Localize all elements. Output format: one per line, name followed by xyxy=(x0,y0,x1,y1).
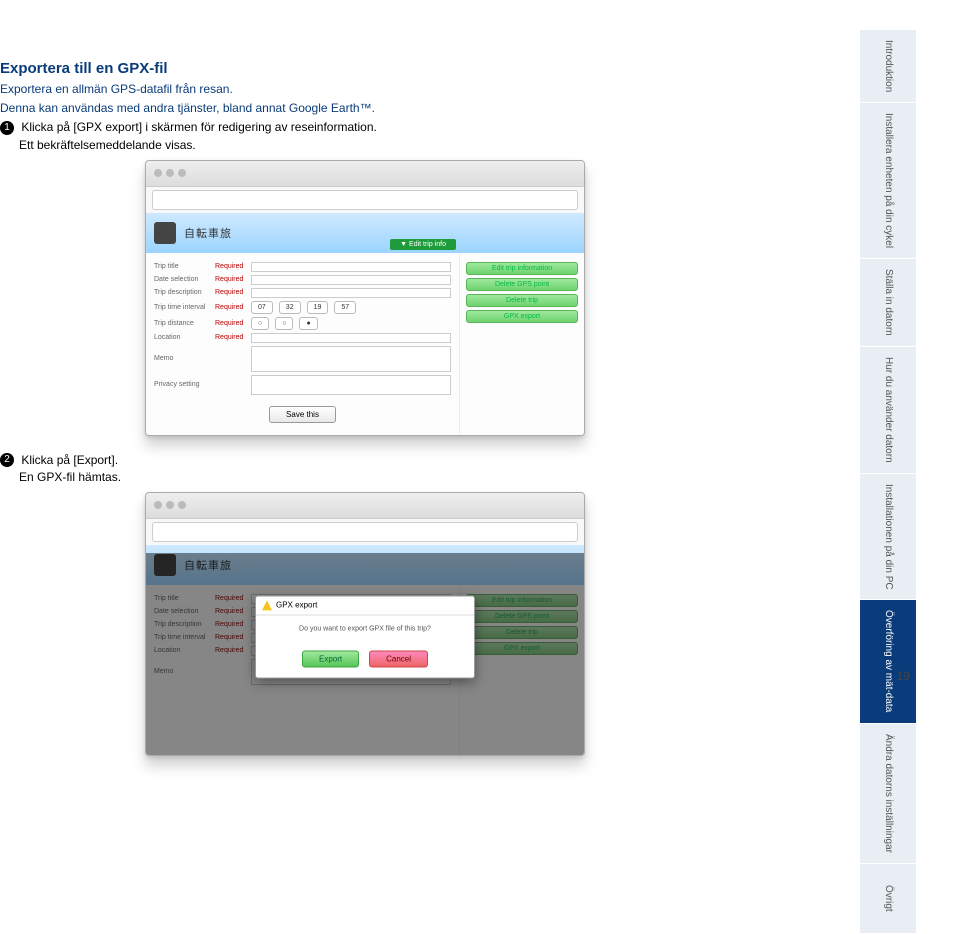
side-panel: Edit trip information Delete GPS point D… xyxy=(459,253,584,435)
step-number-1: 1 xyxy=(0,121,14,135)
textarea xyxy=(251,375,451,395)
step-1: 1 Klicka på [GPX export] i skärmen för r… xyxy=(0,119,700,135)
address-bar xyxy=(152,522,578,542)
label: Memo xyxy=(154,355,209,362)
required-badge: Required xyxy=(215,304,245,311)
label: Privacy setting xyxy=(154,381,209,388)
site-title: 自転車旅 xyxy=(184,225,232,241)
label: Trip distance xyxy=(154,320,209,327)
modal-body: Do you want to export GPX file of this t… xyxy=(256,615,474,642)
tab-installationen-pc[interactable]: Installationen på din PC xyxy=(860,474,916,601)
tab-overforing-matdata[interactable]: Överföring av mät-data xyxy=(860,600,916,723)
step-2-sub: En GPX-fil hämtas. xyxy=(19,470,700,484)
tab-installera-enheten[interactable]: Installera enheten på din cykel xyxy=(860,103,916,259)
tab-ovrigt[interactable]: Övrigt xyxy=(860,864,916,934)
intro-line-1: Exportera en allmän GPS-datafil från res… xyxy=(0,81,700,97)
screenshot-2: 自転車旅 Trip titleRequired Date selectionRe… xyxy=(145,492,585,756)
intro-line-2: Denna kan användas med andra tjänster, b… xyxy=(0,100,700,116)
manual-page: Exportera till en GPX-fil Exportera en a… xyxy=(0,0,960,701)
label: Trip description xyxy=(154,289,209,296)
screenshot-1: 自転車旅 ▼ Edit trip info Trip title Required… xyxy=(145,160,585,436)
address-bar xyxy=(152,190,578,210)
required-badge: Required xyxy=(215,289,245,296)
export-button[interactable]: Export xyxy=(302,650,359,667)
side-item: Delete trip xyxy=(466,294,578,307)
radio: ● xyxy=(299,317,317,330)
required-badge: Required xyxy=(215,263,245,270)
step-1-text: Klicka på [GPX export] i skärmen för red… xyxy=(21,120,377,134)
label: Date selection xyxy=(154,276,209,283)
label: Trip time interval xyxy=(154,304,209,311)
save-button: Save this xyxy=(269,406,336,423)
label: Trip title xyxy=(154,263,209,270)
browser-toolbar xyxy=(146,161,584,187)
tab-hur-du-anvander[interactable]: Hur du använder datorn xyxy=(860,347,916,474)
gpx-export-modal: GPX export Do you want to export GPX fil… xyxy=(255,595,475,678)
site-banner: 自転車旅 xyxy=(146,213,584,253)
tab-andra-installningar[interactable]: Ändra datorns inställningar xyxy=(860,724,916,864)
content-column: Exportera till en GPX-fil Exportera en a… xyxy=(0,60,700,756)
tab-stalla-in-datorn[interactable]: Ställa in datorn xyxy=(860,259,916,347)
textarea xyxy=(251,346,451,372)
step-1-sub: Ett bekräftelsemeddelande visas. xyxy=(19,138,700,152)
screenshot-body: Trip title Required Date selection Require… xyxy=(146,253,584,435)
required-badge: Required xyxy=(215,276,245,283)
modal-title: GPX export xyxy=(276,601,317,610)
pill: 19 xyxy=(307,301,329,314)
radio: ○ xyxy=(251,317,269,330)
modal-header: GPX export xyxy=(256,596,474,615)
text-field xyxy=(251,288,451,298)
side-item: Edit trip information xyxy=(466,262,578,275)
section-heading: Exportera till en GPX-fil xyxy=(0,60,700,77)
pill: 57 xyxy=(334,301,356,314)
edit-trip-tag: ▼ Edit trip info xyxy=(390,239,456,250)
warning-icon xyxy=(262,600,272,610)
page-number: 19 xyxy=(897,669,910,683)
radio: ○ xyxy=(275,317,293,330)
pill: 32 xyxy=(279,301,301,314)
required-badge: Required xyxy=(215,320,245,327)
modal-buttons: Export Cancel xyxy=(256,642,474,677)
text-field xyxy=(251,275,451,285)
step-number-2: 2 xyxy=(0,453,14,467)
text-field xyxy=(251,262,451,272)
side-tabs: Introduktion Installera enheten på din c… xyxy=(860,30,916,934)
text-field xyxy=(251,333,451,343)
step-2: 2 Klicka på [Export]. xyxy=(0,452,700,468)
step-2-text: Klicka på [Export]. xyxy=(21,453,118,467)
pill: 07 xyxy=(251,301,273,314)
label: Location xyxy=(154,334,209,341)
browser-toolbar xyxy=(146,493,584,519)
cancel-button[interactable]: Cancel xyxy=(369,650,428,667)
site-logo xyxy=(154,222,176,244)
side-item-gpx: GPX export xyxy=(466,310,578,323)
form-area: Trip title Required Date selection Require… xyxy=(146,253,459,435)
save-row: Save this xyxy=(154,398,451,429)
side-item: Delete GPS point xyxy=(466,278,578,291)
tab-introduktion[interactable]: Introduktion xyxy=(860,30,916,103)
required-badge: Required xyxy=(215,334,245,341)
